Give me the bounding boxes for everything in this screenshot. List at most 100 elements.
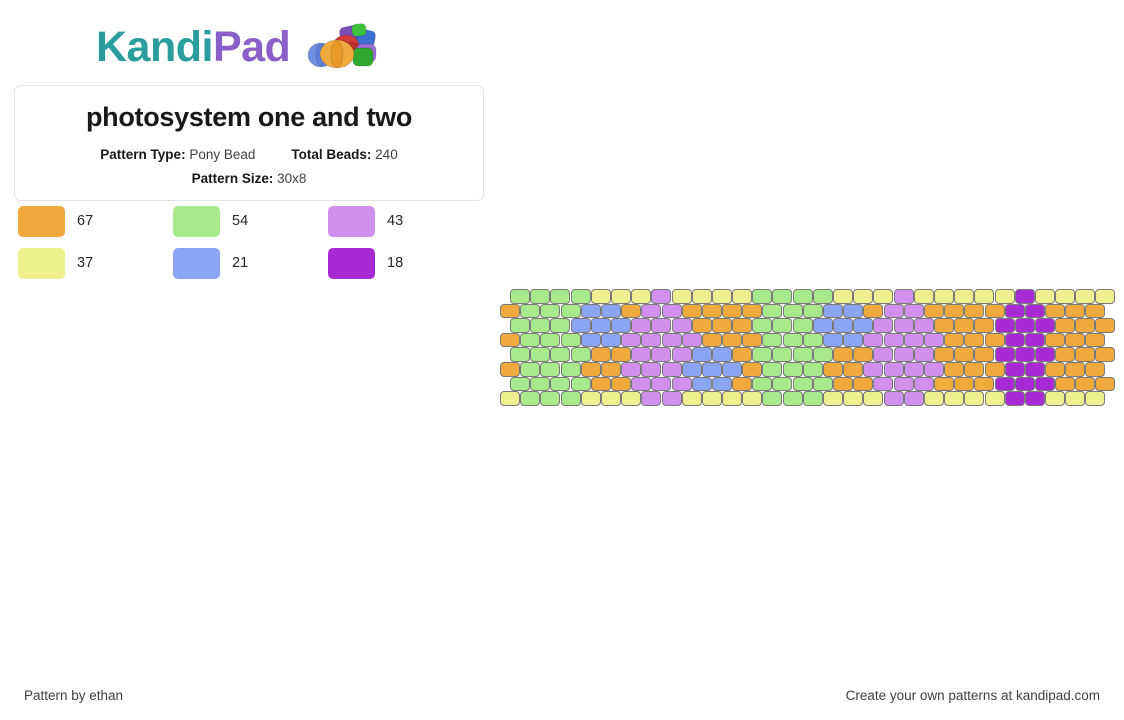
bead[interactable] <box>903 332 924 348</box>
bead[interactable] <box>802 303 823 319</box>
bead[interactable] <box>1075 318 1096 333</box>
bead[interactable] <box>1055 376 1076 392</box>
bead[interactable] <box>1014 318 1035 333</box>
bead[interactable] <box>863 391 884 406</box>
bead[interactable] <box>722 332 743 348</box>
bead[interactable] <box>520 361 541 377</box>
bead[interactable] <box>1004 303 1025 319</box>
bead[interactable] <box>752 376 773 392</box>
bead[interactable] <box>631 289 652 304</box>
bead[interactable] <box>802 391 823 406</box>
bead[interactable] <box>711 318 732 333</box>
bead[interactable] <box>1055 318 1076 333</box>
bead[interactable] <box>600 303 621 319</box>
bead[interactable] <box>1065 361 1086 377</box>
bead[interactable] <box>580 361 601 377</box>
bead[interactable] <box>863 332 884 348</box>
bead[interactable] <box>843 361 864 377</box>
bead[interactable] <box>954 347 975 362</box>
bead[interactable] <box>1034 347 1055 362</box>
bead[interactable] <box>691 318 712 333</box>
bead[interactable] <box>580 332 601 348</box>
bead[interactable] <box>833 376 853 392</box>
bead[interactable] <box>570 289 591 304</box>
bead[interactable] <box>782 332 803 348</box>
bead[interactable] <box>994 376 1015 392</box>
bead[interactable] <box>500 303 520 319</box>
bead[interactable] <box>1055 289 1076 304</box>
bead[interactable] <box>510 347 530 362</box>
bead[interactable] <box>873 347 894 362</box>
bead[interactable] <box>1045 332 1066 348</box>
bead[interactable] <box>893 289 914 304</box>
bead[interactable] <box>580 303 601 319</box>
bead[interactable] <box>893 347 914 362</box>
bead[interactable] <box>893 376 914 392</box>
bead[interactable] <box>883 303 904 319</box>
bead[interactable] <box>722 361 743 377</box>
bead[interactable] <box>873 289 894 304</box>
bead[interactable] <box>812 376 833 392</box>
bead[interactable] <box>691 347 712 362</box>
bead[interactable] <box>802 332 823 348</box>
bead[interactable] <box>540 361 561 377</box>
bead[interactable] <box>964 391 985 406</box>
bead[interactable] <box>792 289 813 304</box>
bead[interactable] <box>1004 391 1025 406</box>
bead[interactable] <box>701 391 722 406</box>
bead[interactable] <box>903 303 924 319</box>
bead[interactable] <box>661 332 682 348</box>
bead[interactable] <box>974 376 995 392</box>
bead[interactable] <box>863 303 884 319</box>
bead[interactable] <box>933 376 954 392</box>
bead[interactable] <box>873 318 894 333</box>
bead[interactable] <box>1004 361 1025 377</box>
bead[interactable] <box>1085 361 1106 377</box>
bead[interactable] <box>853 376 874 392</box>
bead[interactable] <box>933 347 954 362</box>
bead[interactable] <box>671 289 692 304</box>
bead[interactable] <box>944 391 965 406</box>
bead[interactable] <box>600 361 621 377</box>
bead[interactable] <box>681 332 702 348</box>
bead[interactable] <box>641 391 662 406</box>
bead[interactable] <box>792 347 813 362</box>
bead[interactable] <box>621 391 642 406</box>
bead[interactable] <box>631 318 652 333</box>
bead[interactable] <box>913 376 934 392</box>
bead[interactable] <box>974 318 995 333</box>
bead[interactable] <box>1065 391 1086 406</box>
bead[interactable] <box>974 347 995 362</box>
bead[interactable] <box>681 361 702 377</box>
bead[interactable] <box>994 289 1015 304</box>
bead[interactable] <box>1014 347 1035 362</box>
bead[interactable] <box>530 347 551 362</box>
bead[interactable] <box>691 289 712 304</box>
bead[interactable] <box>1075 376 1096 392</box>
bead[interactable] <box>984 361 1005 377</box>
bead[interactable] <box>913 347 934 362</box>
bead[interactable] <box>903 361 924 377</box>
bead[interactable] <box>873 376 894 392</box>
bead[interactable] <box>540 303 561 319</box>
bead[interactable] <box>762 303 783 319</box>
bead[interactable] <box>843 332 864 348</box>
bead[interactable] <box>520 303 541 319</box>
bead[interactable] <box>772 289 793 304</box>
bead[interactable] <box>923 391 944 406</box>
bead[interactable] <box>732 347 753 362</box>
bead[interactable] <box>691 376 712 392</box>
bead[interactable] <box>540 332 561 348</box>
bead[interactable] <box>752 318 773 333</box>
bead[interactable] <box>792 318 813 333</box>
bead[interactable] <box>590 289 611 304</box>
bead[interactable] <box>772 347 793 362</box>
bead[interactable] <box>752 289 773 304</box>
bead[interactable] <box>560 332 581 348</box>
bead[interactable] <box>1095 289 1116 304</box>
bead[interactable] <box>823 361 843 377</box>
bead[interactable] <box>701 361 722 377</box>
bead[interactable] <box>530 289 551 304</box>
bead[interactable] <box>812 318 833 333</box>
bead[interactable] <box>883 361 904 377</box>
